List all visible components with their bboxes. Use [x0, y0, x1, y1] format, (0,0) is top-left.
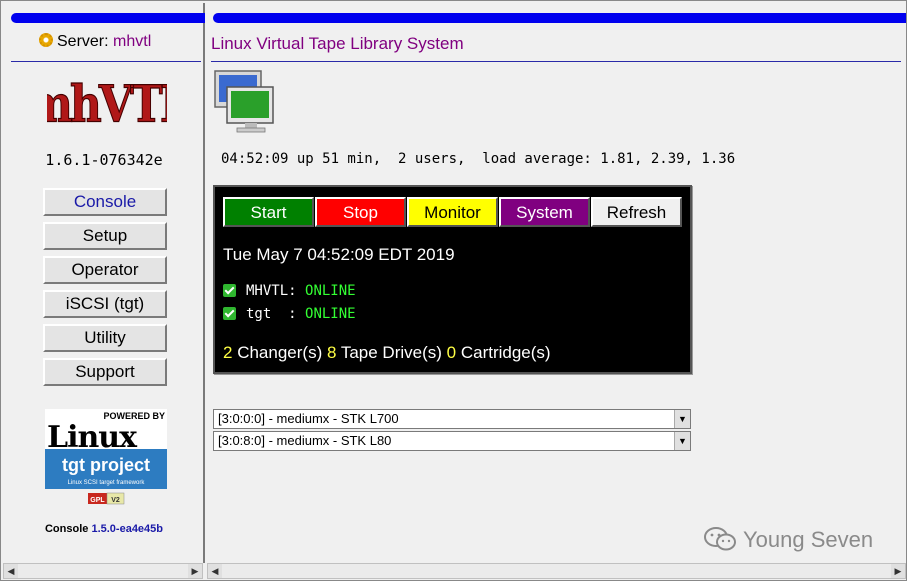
checkbox-icon	[223, 307, 236, 320]
nav-console-button[interactable]: Console	[43, 188, 167, 216]
drive-count: 8	[326, 343, 337, 362]
refresh-button[interactable]: Refresh	[591, 197, 682, 227]
page-title: Linux Virtual Tape Library System	[211, 34, 464, 53]
library-select-value: [3:0:0:0] - mediumx - STK L700	[218, 411, 399, 426]
left-nav-pane: Server: mhvtl mhVTL 1.6.1-076342e Consol…	[3, 3, 205, 563]
app-frame: Server: mhvtl mhVTL 1.6.1-076342e Consol…	[0, 0, 907, 581]
scroll-left-arrow-icon[interactable]: ◀	[208, 564, 222, 578]
inventory-counts: 2 Changer(s) 8 Tape Drive(s) 0 Cartridge…	[223, 343, 551, 363]
chevron-down-icon[interactable]: ▼	[674, 432, 690, 450]
server-name: mhvtl	[113, 33, 152, 50]
library-select-1[interactable]: [3:0:0:0] - mediumx - STK L700 ▼	[213, 409, 691, 429]
wechat-icon	[704, 527, 736, 551]
logo-text: mhVTL	[47, 75, 167, 133]
watermark: Young Seven	[703, 526, 873, 553]
service-status-row: tgt : ONLINE	[223, 306, 356, 322]
svg-text:tgt project: tgt project	[62, 455, 150, 475]
svg-text:GPL: GPL	[90, 497, 105, 504]
console-version-label: Console	[44, 523, 89, 535]
service-state: ONLINE	[305, 283, 356, 299]
mhvtl-logo: mhVTL	[47, 74, 167, 133]
library-select-value: [3:0:8:0] - mediumx - STK L80	[218, 433, 392, 448]
library-select-2[interactable]: [3:0:8:0] - mediumx - STK L80 ▼	[213, 431, 691, 451]
nav-utility-button[interactable]: Utility	[43, 324, 167, 352]
start-button[interactable]: Start	[223, 197, 314, 227]
service-state: ONLINE	[305, 306, 356, 322]
server-label: Server: mhvtl	[39, 33, 151, 51]
cartridge-label: Cartridge(s)	[456, 343, 551, 362]
changer-label: Changer(s)	[232, 343, 327, 362]
main-horizontal-scrollbar[interactable]: ◀ ▶	[207, 563, 906, 579]
scroll-right-arrow-icon[interactable]: ▶	[188, 564, 202, 578]
powered-by-linux-badge: POWERED BY Linux tgt project Linux SCSI …	[45, 409, 167, 505]
header-bar	[213, 13, 906, 23]
console-version: Console 1.5.0-ea4e45b	[3, 523, 205, 535]
monitor-button[interactable]: Monitor	[407, 197, 498, 227]
nav-operator-button[interactable]: Operator	[43, 256, 167, 284]
svg-text:Linux SCSI target framework: Linux SCSI target framework	[68, 480, 146, 486]
version-text: 1.6.1-076342e	[45, 151, 163, 169]
cartridge-count: 0	[446, 343, 457, 362]
nav-setup-button[interactable]: Setup	[43, 222, 167, 250]
scroll-right-arrow-icon[interactable]: ▶	[891, 564, 905, 578]
service-status-row: MHVTL: ONLINE	[223, 283, 356, 299]
drive-label: Tape Drive(s)	[336, 343, 447, 362]
server-label-text: Server:	[57, 33, 109, 50]
main-pane: Linux Virtual Tape Library System 04:52:…	[207, 3, 906, 563]
service-name: MHVTL:	[246, 283, 297, 299]
divider	[11, 61, 201, 62]
system-button[interactable]: System	[499, 197, 590, 227]
scroll-left-arrow-icon[interactable]: ◀	[4, 564, 18, 578]
datetime-text: Tue May 7 04:52:09 EDT 2019	[223, 245, 455, 264]
header-bar	[11, 13, 205, 23]
network-computers-icon	[214, 70, 274, 133]
watermark-text: Young Seven	[743, 527, 874, 552]
console-version-value: 1.5.0-ea4e45b	[91, 523, 164, 535]
svg-text:V2: V2	[111, 497, 120, 504]
left-horizontal-scrollbar[interactable]: ◀ ▶	[3, 563, 203, 579]
divider	[211, 61, 901, 62]
nav-support-button[interactable]: Support	[43, 358, 167, 386]
stop-button[interactable]: Stop	[315, 197, 406, 227]
uptime-text: 04:52:09 up 51 min, 2 users, load averag…	[221, 151, 736, 167]
service-name: tgt :	[246, 306, 297, 322]
checkbox-icon	[223, 284, 236, 297]
chevron-down-icon[interactable]: ▼	[674, 410, 690, 428]
gear-icon	[39, 33, 53, 47]
nav-iscsi-button[interactable]: iSCSI (tgt)	[43, 290, 167, 318]
control-console: Start Stop Monitor System Refresh Tue Ma…	[213, 185, 692, 374]
